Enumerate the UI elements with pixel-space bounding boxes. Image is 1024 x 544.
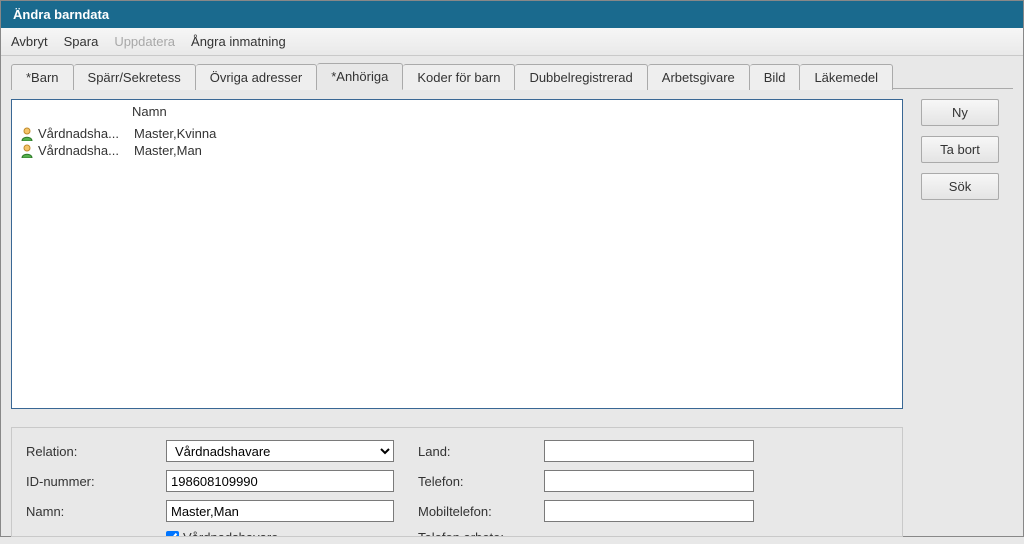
tab-anhoriga[interactable]: *Anhöriga: [317, 63, 403, 90]
telefon-field[interactable]: [544, 470, 754, 492]
ny-button[interactable]: Ny: [921, 99, 999, 126]
list-col2-header: Namn: [132, 104, 894, 119]
tab-koder-for-barn[interactable]: Koder för barn: [403, 64, 515, 90]
vardnadshavare-checkbox-row[interactable]: Vårdnadshavare: [166, 530, 394, 537]
tab-arbetsgivare[interactable]: Arbetsgivare: [648, 64, 750, 90]
relation-label: Relation:: [26, 444, 166, 459]
list-item[interactable]: Vårdnadsha... Master,Kvinna: [12, 125, 902, 142]
vardnadshavare-checkbox-label: Vårdnadshavare: [183, 530, 278, 537]
person-icon: [20, 127, 34, 141]
tab-lakemedel[interactable]: Läkemedel: [800, 64, 893, 90]
menu-spara[interactable]: Spara: [64, 34, 99, 49]
menu-uppdatera: Uppdatera: [114, 34, 175, 49]
relatives-list[interactable]: Namn Vårdnadsha... Master,Kvinna Vårdn: [11, 99, 903, 409]
tab-sparr-sekretess[interactable]: Spärr/Sekretess: [74, 64, 196, 90]
menu-angra-inmatning[interactable]: Ångra inmatning: [191, 34, 286, 49]
menu-bar: Avbryt Spara Uppdatera Ångra inmatning: [1, 28, 1023, 56]
namn-label: Namn:: [26, 504, 166, 519]
telefon-arbete-label: Telefon arbete:: [418, 530, 544, 537]
id-nummer-field[interactable]: [166, 470, 394, 492]
window-title-bar: Ändra barndata: [1, 1, 1023, 28]
menu-avbryt[interactable]: Avbryt: [11, 34, 48, 49]
content-area: *Barn Spärr/Sekretess Övriga adresser *A…: [1, 56, 1023, 544]
land-label: Land:: [418, 444, 544, 459]
tab-dubbelregistrerad[interactable]: Dubbelregistrerad: [515, 64, 647, 90]
telefon-label: Telefon:: [418, 474, 544, 489]
relation-select[interactable]: Vårdnadshavare: [166, 440, 394, 462]
tab-ovriga-adresser[interactable]: Övriga adresser: [196, 64, 317, 90]
list-item-relation: Vårdnadsha...: [38, 126, 134, 141]
tab-row: *Barn Spärr/Sekretess Övriga adresser *A…: [11, 62, 1013, 89]
tab-barn[interactable]: *Barn: [11, 64, 74, 90]
list-item-relation: Vårdnadsha...: [38, 143, 134, 158]
person-icon: [20, 144, 34, 158]
land-field[interactable]: [544, 440, 754, 462]
vardnadshavare-checkbox[interactable]: [166, 531, 179, 538]
ta-bort-button[interactable]: Ta bort: [921, 136, 999, 163]
list-col1-header: [20, 104, 132, 119]
mobiltelefon-label: Mobiltelefon:: [418, 504, 544, 519]
list-item-name: Master,Kvinna: [134, 126, 894, 141]
tab-bild[interactable]: Bild: [750, 64, 801, 90]
list-item[interactable]: Vårdnadsha... Master,Man: [12, 142, 902, 159]
sok-button[interactable]: Sök: [921, 173, 999, 200]
mobiltelefon-field[interactable]: [544, 500, 754, 522]
action-column: Ny Ta bort Sök: [921, 99, 999, 200]
tab-body-anhoriga: Namn Vårdnadsha... Master,Kvinna Vårdn: [11, 88, 1013, 544]
list-item-name: Master,Man: [134, 143, 894, 158]
list-header: Namn: [12, 100, 902, 125]
id-nummer-label: ID-nummer:: [26, 474, 166, 489]
window-title: Ändra barndata: [13, 7, 109, 22]
detail-form: Relation: Vårdnadshavare Land: ID-nummer…: [11, 427, 903, 537]
namn-field[interactable]: [166, 500, 394, 522]
